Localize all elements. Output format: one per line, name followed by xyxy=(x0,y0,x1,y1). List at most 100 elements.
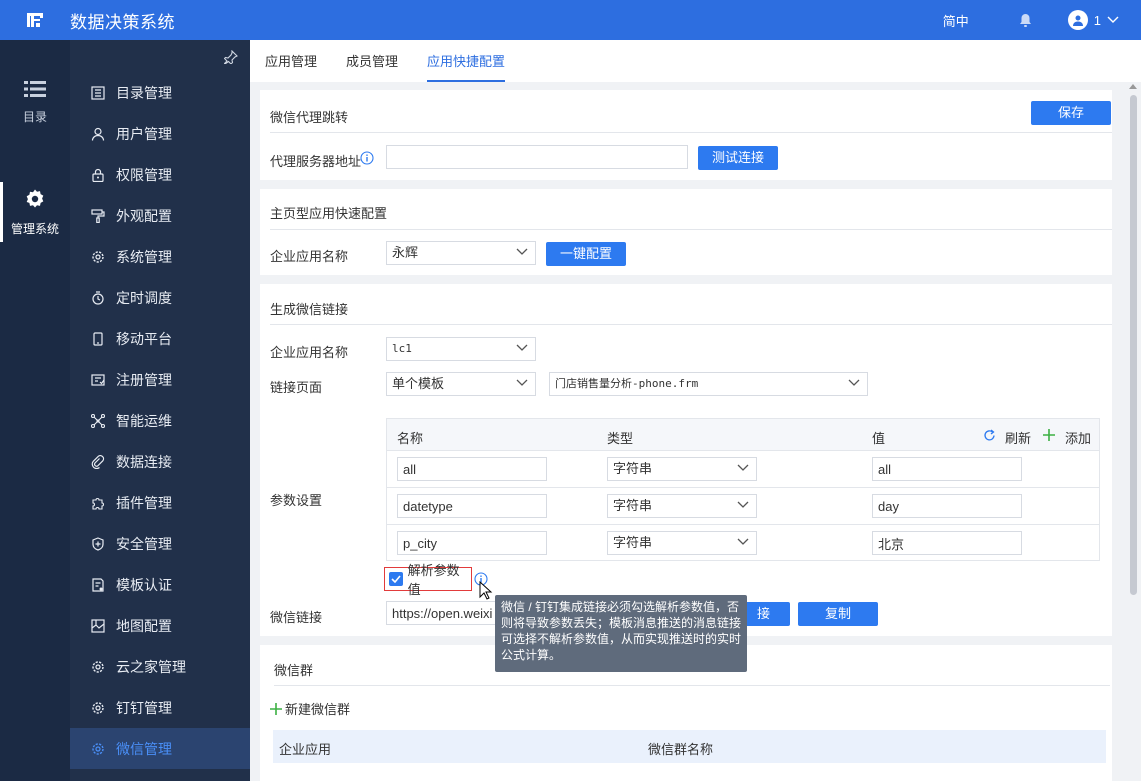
col-type: 类型 xyxy=(607,431,634,446)
homepage-app-label: 企业应用名称 xyxy=(270,249,349,264)
rail-item-manage[interactable]: 管理系统 xyxy=(0,182,70,242)
proxy-server-input[interactable] xyxy=(386,145,688,169)
copy-button[interactable]: 复制 xyxy=(798,602,878,626)
sidebar-item-template-auth[interactable]: 模板认证 xyxy=(70,564,250,605)
lock-icon xyxy=(90,167,106,183)
test-connection-button[interactable]: 测试连接 xyxy=(698,146,778,170)
sidebar-item-dingtalk[interactable]: 钉钉管理 xyxy=(70,687,250,728)
new-wechat-group-button[interactable]: 新建微信群 xyxy=(270,699,350,718)
select-value: 单个模板 xyxy=(392,376,445,391)
sidebar-item-yunzhijia[interactable]: 云之家管理 xyxy=(70,646,250,687)
scroll-up-arrow-icon[interactable] xyxy=(1129,84,1137,89)
link-app-select[interactable]: lc1 xyxy=(386,337,536,361)
proxy-card: 微信代理跳转 保存 代理服务器地址 测试连接 xyxy=(260,90,1112,180)
bell-icon[interactable] xyxy=(1019,13,1032,27)
chevron-down-icon xyxy=(516,344,528,351)
sidebar-item-label: 权限管理 xyxy=(116,166,172,183)
sidebar-item-plugins[interactable]: 插件管理 xyxy=(70,482,250,523)
user-icon xyxy=(90,126,106,142)
pin-icon[interactable] xyxy=(223,49,238,67)
col-value: 值 xyxy=(872,431,886,446)
param-type-select[interactable]: 字符串 xyxy=(607,531,757,555)
params-table-header: 名称 类型 值 刷新 添加 xyxy=(387,419,1099,451)
tab-member-management[interactable]: 成员管理 xyxy=(346,51,398,82)
template-icon xyxy=(90,577,106,593)
sidebar-menu: 目录管理 用户管理 权限管理 外观配置 系统管理 定时调度 移动平台 注册管理 … xyxy=(70,72,250,769)
sidebar-item-users[interactable]: 用户管理 xyxy=(70,113,250,154)
row-divider xyxy=(387,487,1099,488)
register-icon xyxy=(90,372,106,388)
col-name: 名称 xyxy=(397,431,424,446)
rail-item-label: 管理系统 xyxy=(10,222,59,236)
wechat-link-label: 微信链接 xyxy=(270,610,323,625)
sidebar-item-label: 注册管理 xyxy=(116,371,172,388)
sidebar-item-data-connection[interactable]: 数据连接 xyxy=(70,441,250,482)
tab-quick-config[interactable]: 应用快捷配置 xyxy=(427,51,506,82)
avatar xyxy=(1067,10,1088,30)
sidebar-item-label: 外观配置 xyxy=(116,207,172,224)
divider xyxy=(270,229,1112,230)
sidebar-item-label: 钉钉管理 xyxy=(116,699,172,716)
wechat-link-input[interactable] xyxy=(386,601,506,625)
sidebar-item-schedule[interactable]: 定时调度 xyxy=(70,277,250,318)
rail-item-label: 目录 xyxy=(22,110,47,124)
param-value-input[interactable] xyxy=(872,494,1022,518)
homepage-card: 主页型应用快速配置 企业应用名称 永辉 一键配置 xyxy=(260,189,1112,275)
sidebar-item-register[interactable]: 注册管理 xyxy=(70,359,250,400)
page-file-select[interactable]: 门店销售量分析-phone.frm xyxy=(549,372,868,396)
param-value-input[interactable] xyxy=(872,457,1022,481)
divider xyxy=(270,132,1112,133)
homepage-app-select[interactable]: 永辉 xyxy=(386,241,536,265)
parse-params-checkbox[interactable]: 解析参数值 xyxy=(384,563,472,597)
param-type-select[interactable]: 字符串 xyxy=(607,494,757,518)
link-card: 生成微信链接 企业应用名称 lc1 链接页面 单个模板 门店销售量分析-phon… xyxy=(260,284,1112,636)
paint-roller-icon xyxy=(90,208,106,224)
sidebar-item-map[interactable]: 地图配置 xyxy=(70,605,250,646)
sidebar-item-permissions[interactable]: 权限管理 xyxy=(70,154,250,195)
scroll-thumb[interactable] xyxy=(1130,95,1137,595)
sidebar-item-label: 系统管理 xyxy=(116,248,172,265)
param-value-input[interactable] xyxy=(872,531,1022,555)
save-button[interactable]: 保存 xyxy=(1031,101,1111,125)
one-click-config-button[interactable]: 一键配置 xyxy=(546,242,626,266)
map-icon xyxy=(90,618,106,634)
gear-icon xyxy=(90,741,106,757)
sidebar-item-security[interactable]: 安全管理 xyxy=(70,523,250,564)
sidebar-item-wechat[interactable]: 微信管理 xyxy=(70,728,250,769)
sidebar-item-mobile[interactable]: 移动平台 xyxy=(70,318,250,359)
param-name-input[interactable] xyxy=(397,494,547,518)
param-name-input[interactable] xyxy=(397,457,547,481)
param-name-input[interactable] xyxy=(397,531,547,555)
app-logo[interactable] xyxy=(0,0,70,40)
sidebar-item-label: 云之家管理 xyxy=(116,658,186,675)
param-type-select[interactable]: 字符串 xyxy=(607,457,757,481)
select-value: 字符串 xyxy=(613,461,653,476)
refresh-button[interactable]: 刷新 xyxy=(1005,428,1031,447)
proxy-server-label: 代理服务器地址 xyxy=(270,154,362,169)
sidebar-item-catalog[interactable]: 目录管理 xyxy=(70,72,250,113)
plus-icon[interactable] xyxy=(1043,429,1055,441)
info-icon[interactable] xyxy=(360,151,374,165)
sidebar-item-label: 微信管理 xyxy=(116,740,172,757)
catalog-icon xyxy=(90,85,106,101)
chevron-down-icon xyxy=(516,248,528,255)
sidebar-item-system[interactable]: 系统管理 xyxy=(70,236,250,277)
divider xyxy=(270,324,1112,325)
mobile-icon xyxy=(90,331,106,347)
sidebar-item-label: 模板认证 xyxy=(116,576,172,593)
language-switch[interactable]: 简中 xyxy=(943,11,969,30)
chevron-down-icon xyxy=(848,379,860,386)
sidebar-item-label: 安全管理 xyxy=(116,535,172,552)
wechat-group-table-header: 企业应用 微信群名称 xyxy=(273,730,1106,763)
rail-item-catalog[interactable]: 目录 xyxy=(0,80,70,125)
chevron-down-icon xyxy=(737,538,749,545)
select-value: 字符串 xyxy=(613,498,653,513)
sidebar-item-appearance[interactable]: 外观配置 xyxy=(70,195,250,236)
link-page-label: 链接页面 xyxy=(270,380,323,395)
page-type-select[interactable]: 单个模板 xyxy=(386,372,536,396)
refresh-icon[interactable] xyxy=(983,429,996,442)
user-menu[interactable]: 1 xyxy=(1067,10,1119,30)
sidebar-item-ops[interactable]: 智能运维 xyxy=(70,400,250,441)
tab-app-management[interactable]: 应用管理 xyxy=(265,51,317,82)
add-param-button[interactable]: 添加 xyxy=(1065,428,1091,447)
